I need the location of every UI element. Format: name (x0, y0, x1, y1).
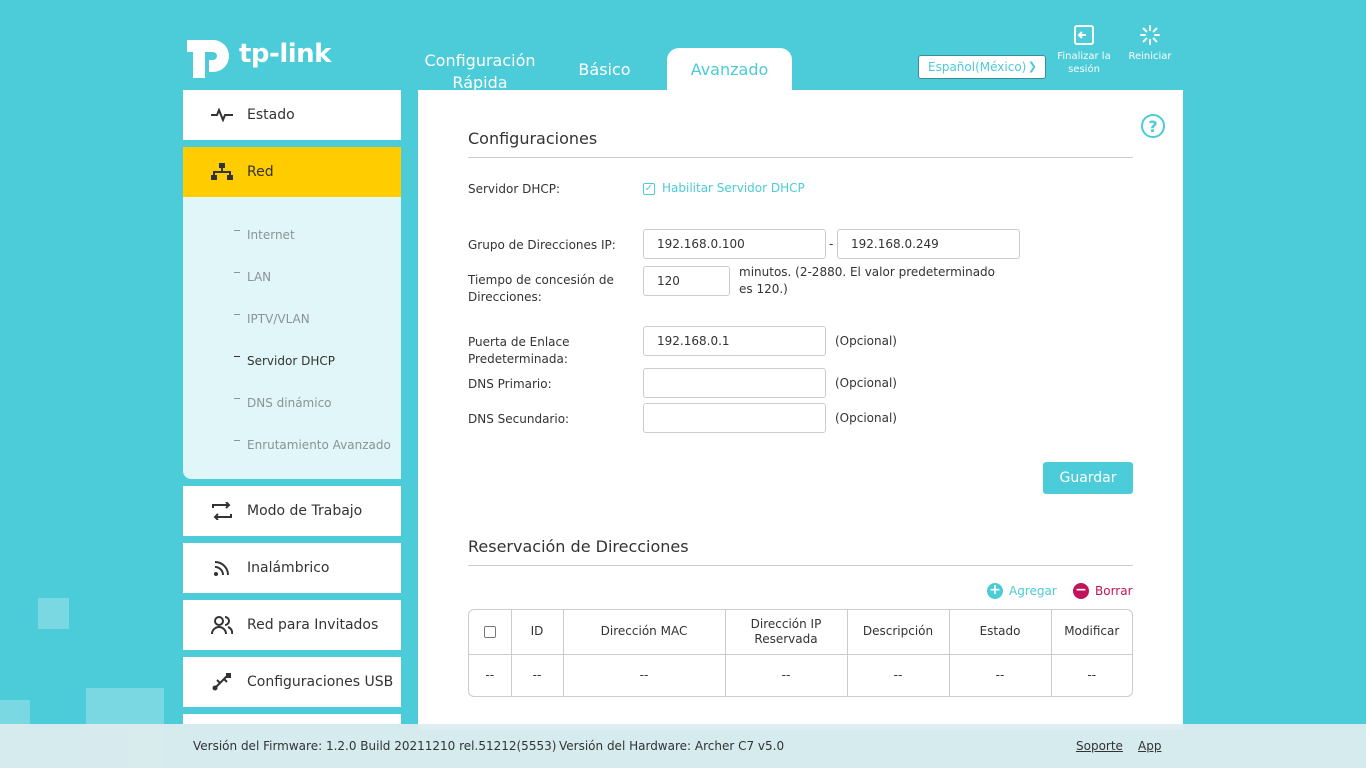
table-cell: -- (511, 654, 564, 696)
switch-mode-icon (211, 501, 233, 521)
sidebar-item-label: Estado (247, 107, 295, 123)
guests-icon (211, 615, 233, 635)
chevron-down-icon: ❯ (1027, 60, 1037, 73)
table-cell: -- (1087, 667, 1097, 682)
table-cell: -- (563, 654, 726, 696)
sidebar-item-label: Configuraciones USB (247, 674, 394, 690)
table-cell: -- (847, 654, 950, 696)
sidebar-item-label: Inalámbrico (247, 560, 330, 576)
column-header-description: Descripción (847, 610, 950, 654)
lease-time-input[interactable]: 120 (643, 266, 730, 296)
reservation-table: ID Dirección MAC Dirección IP Reservada … (468, 609, 1133, 697)
lease-time-note: minutos. (2-2880. El valor predeterminad… (739, 265, 996, 296)
add-label: Agregar (1009, 584, 1057, 598)
hardware-version: Versión del Hardware: Archer C7 v5.0 (559, 739, 785, 753)
reboot-label: Reiniciar (1128, 51, 1172, 62)
dhcp-enable-label[interactable]: Habilitar Servidor DHCP (662, 181, 805, 195)
save-button[interactable]: Guardar (1043, 462, 1133, 494)
table-cell: -- (469, 654, 512, 696)
network-submenu: Internet LAN IPTV/VLAN Servidor DHCP DNS… (183, 197, 401, 479)
gateway-label: Puerta de Enlace Predeterminada: (468, 335, 570, 366)
submenu-item-dhcp-server[interactable]: Servidor DHCP (234, 354, 335, 368)
dns-secondary-input[interactable] (643, 403, 826, 433)
ip-pool-label: Grupo de Direcciones IP: (468, 238, 616, 252)
column-header-status: Estado (949, 610, 1052, 654)
gateway-optional-note: (Opcional) (835, 334, 897, 348)
dhcp-enable-checkbox[interactable]: ✓ (643, 183, 655, 195)
lease-time-label: Tiempo de concesión de Direcciones: (468, 273, 614, 304)
pulse-icon (211, 105, 233, 125)
sidebar-item-usb[interactable]: Configuraciones USB (183, 657, 401, 707)
tab-quick-setup[interactable]: Configuración Rápida (418, 48, 542, 92)
sidebar-item-guest-network[interactable]: Red para Invitados (183, 600, 401, 650)
logout-button[interactable]: Finalizar la sesión (1054, 24, 1114, 76)
column-header-reserved-ip-text: Dirección IP Reservada (750, 616, 822, 646)
support-link[interactable]: Soporte (1076, 739, 1123, 753)
ip-pool-end-input[interactable]: 192.168.0.249 (837, 229, 1020, 259)
footer: Versión del Firmware: 1.2.0 Build 202112… (0, 724, 1366, 768)
dns-secondary-label: DNS Secundario: (468, 412, 570, 426)
dns-secondary-optional-note: (Opcional) (835, 411, 897, 425)
network-icon (211, 162, 233, 182)
ip-pool-separator: - (829, 237, 834, 251)
column-header-reserved-ip: Dirección IP Reservada (725, 610, 848, 654)
tab-advanced[interactable]: Avanzado (667, 48, 792, 90)
delete-label: Borrar (1095, 584, 1133, 598)
logout-icon (1074, 25, 1094, 45)
sidebar-item-wireless[interactable]: Inalámbrico (183, 543, 401, 593)
settings-section-title: Configuraciones (468, 129, 1133, 158)
sidebar-item-label: Red para Invitados (247, 617, 379, 633)
table-row: -- -- -- -- -- -- -- (469, 654, 1132, 696)
dhcp-server-label: Servidor DHCP: (468, 182, 560, 196)
language-select[interactable]: Español(México) ❯ (918, 55, 1046, 79)
submenu-item-ddns[interactable]: DNS dinámico (234, 396, 332, 410)
dns-primary-input[interactable] (643, 368, 826, 398)
sidebar-item-label: Modo de Trabajo (247, 503, 363, 519)
reboot-icon (1140, 25, 1160, 45)
reservation-section-title: Reservación de Direcciones (468, 537, 1133, 566)
app-link[interactable]: App (1138, 739, 1161, 753)
brand-logo: tp-link (183, 30, 331, 78)
plus-icon: + (987, 583, 1003, 599)
dns-primary-optional-note: (Opcional) (835, 376, 897, 390)
submenu-item-iptv-vlan[interactable]: IPTV/VLAN (234, 312, 310, 326)
sidebar-item-label: Red (247, 164, 274, 180)
add-button[interactable]: + Agregar (987, 583, 1057, 599)
help-icon[interactable]: ? (1141, 114, 1165, 138)
submenu-item-lan[interactable]: LAN (233, 270, 271, 284)
sidebar-item-status[interactable]: Estado (183, 90, 401, 140)
sidebar-item-operation-mode[interactable]: Modo de Trabajo (183, 486, 401, 536)
table-cell: -- (725, 654, 848, 696)
column-header-modify: Modificar (1064, 624, 1120, 639)
column-header-mac: Dirección MAC (563, 610, 726, 654)
usb-icon (211, 672, 233, 692)
background-decoration (38, 598, 69, 629)
column-header-id: ID (511, 610, 564, 654)
brand-name: tp-link (239, 39, 331, 69)
delete-button[interactable]: − Borrar (1073, 583, 1133, 599)
tp-link-logo-icon (187, 40, 229, 78)
table-cell: -- (949, 654, 1052, 696)
tab-basic[interactable]: Básico (542, 48, 667, 90)
submenu-item-advanced-routing[interactable]: Enrutamiento Avanzado (234, 438, 391, 452)
sidebar-item-partial (183, 714, 401, 724)
sidebar-item-network[interactable]: Red (183, 147, 401, 197)
firmware-version: Versión del Firmware: 1.2.0 Build 202112… (193, 739, 557, 753)
logout-label: Finalizar la sesión (1057, 51, 1111, 75)
ip-pool-start-input[interactable]: 192.168.0.100 (643, 229, 826, 259)
minus-icon: − (1073, 583, 1089, 599)
table-header-row: ID Dirección MAC Dirección IP Reservada … (469, 610, 1132, 654)
select-all-cell (469, 610, 512, 654)
submenu-item-internet[interactable]: Internet (234, 228, 295, 242)
top-tabs: Configuración Rápida Básico Avanzado (418, 48, 792, 92)
wireless-icon (211, 558, 233, 578)
gateway-input[interactable]: 192.168.0.1 (643, 326, 826, 356)
reboot-button[interactable]: Reiniciar (1120, 24, 1180, 63)
dns-primary-label: DNS Primario: (468, 377, 552, 391)
select-all-checkbox[interactable] (483, 625, 496, 638)
language-select-value: Español(México) (928, 60, 1027, 74)
